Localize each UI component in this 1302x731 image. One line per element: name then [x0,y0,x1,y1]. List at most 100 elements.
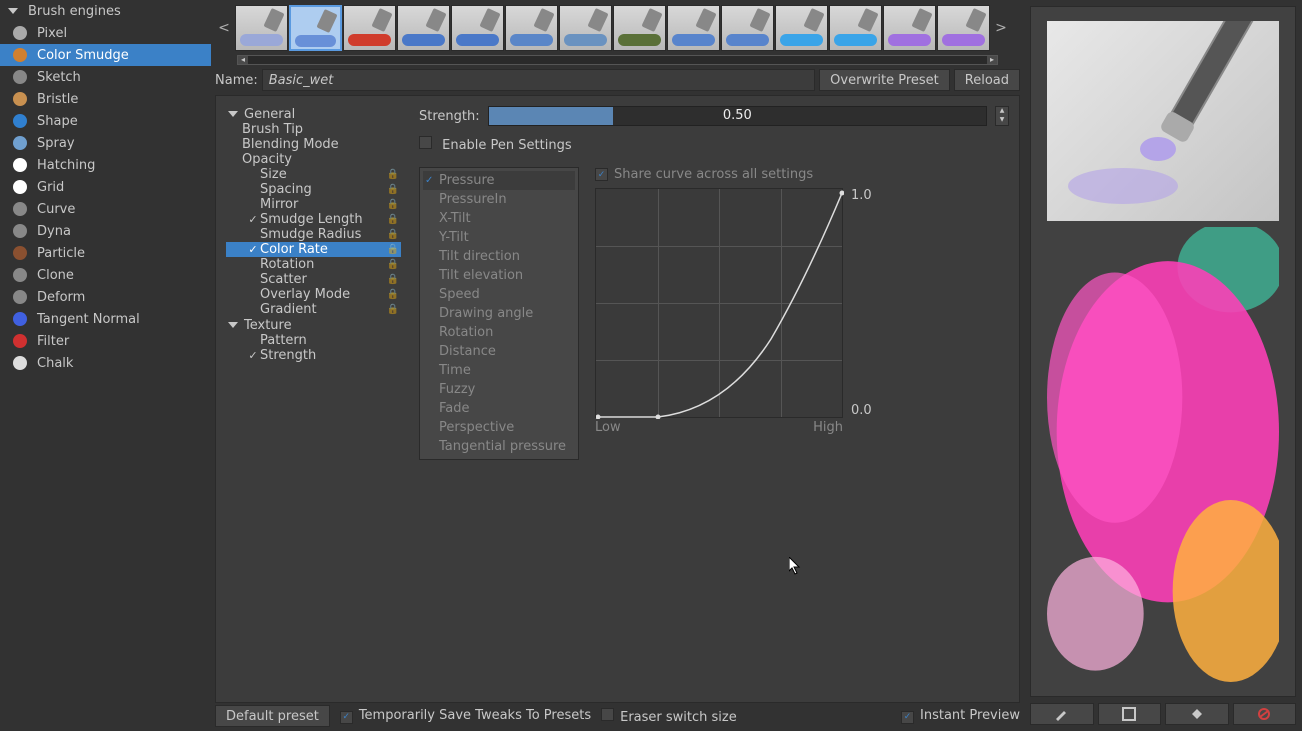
instant-preview-row[interactable]: Instant Preview [901,708,1020,724]
engine-spray[interactable]: Spray [0,132,211,154]
preset-prev-button[interactable]: < [215,20,233,36]
preset-thumbnails [235,5,990,51]
preset-thumb[interactable] [775,5,828,51]
brush-engines-sidebar: Brush engines PixelColor SmudgeSketchBri… [0,0,211,731]
sensor-item[interactable]: Distance [423,342,575,361]
engine-shape[interactable]: Shape [0,110,211,132]
tree-section-texture[interactable]: Texture [226,317,401,333]
engine-color-smudge[interactable]: Color Smudge [0,44,211,66]
engine-grid[interactable]: Grid [0,176,211,198]
strength-slider[interactable]: 0.50 [488,106,987,126]
sensor-item[interactable]: Tilt direction [423,247,575,266]
tree-item[interactable]: Mirror🔒 [226,197,401,212]
engine-chalk[interactable]: Chalk [0,352,211,374]
preset-scrollbar[interactable]: ◂ ▸ [237,55,998,65]
temp-save-checkbox[interactable] [340,711,353,724]
brush-tool-button[interactable] [1030,703,1094,725]
eraser-switch-checkbox[interactable] [601,708,614,721]
clear-button[interactable] [1233,703,1297,725]
engine-particle[interactable]: Particle [0,242,211,264]
sensor-item[interactable]: Rotation [423,323,575,342]
default-preset-button[interactable]: Default preset [215,705,330,727]
share-curve-row[interactable]: Share curve across all settings [595,167,885,182]
fill-button[interactable] [1165,703,1229,725]
tree-item[interactable]: Opacity [226,152,401,167]
tree-item[interactable]: Rotation🔒 [226,257,401,272]
preset-thumb[interactable] [937,5,990,51]
sensor-item[interactable]: Drawing angle [423,304,575,323]
preset-thumb[interactable] [613,5,666,51]
settings-detail: Strength: 0.50 ▲▼ Enable Pen Settings ✓P… [419,106,1009,692]
name-label: Name: [215,73,258,88]
preset-thumb[interactable] [505,5,558,51]
preset-thumb[interactable] [559,5,612,51]
engine-bristle[interactable]: Bristle [0,88,211,110]
engine-curve[interactable]: Curve [0,198,211,220]
sensor-item[interactable]: Perspective [423,418,575,437]
sensor-item[interactable]: Tilt elevation [423,266,575,285]
engine-deform[interactable]: Deform [0,286,211,308]
enable-pen-checkbox[interactable] [419,136,432,149]
preset-thumb[interactable] [721,5,774,51]
sensor-item[interactable]: ✓Pressure [423,171,575,190]
engine-icon [10,244,29,263]
tree-item[interactable]: Overlay Mode🔒 [226,287,401,302]
engine-clone[interactable]: Clone [0,264,211,286]
instant-preview-checkbox[interactable] [901,711,914,724]
tree-section-general[interactable]: General [226,106,401,122]
preset-thumb[interactable] [451,5,504,51]
tree-item[interactable]: ✓Color Rate🔒 [226,242,401,257]
reload-button[interactable]: Reload [954,69,1020,91]
engine-hatching[interactable]: Hatching [0,154,211,176]
sensor-item[interactable]: Time [423,361,575,380]
tree-item[interactable]: Blending Mode [226,137,401,152]
preset-thumb[interactable] [343,5,396,51]
tree-item[interactable]: Scatter🔒 [226,272,401,287]
preview-canvas[interactable] [1030,6,1296,697]
preset-thumb[interactable] [667,5,720,51]
scroll-right-icon[interactable]: ▸ [987,56,997,64]
preset-thumb[interactable] [235,5,288,51]
sensor-item[interactable]: Tangential pressure [423,437,575,456]
engine-dyna[interactable]: Dyna [0,220,211,242]
share-curve-checkbox[interactable] [595,168,608,181]
sensor-item[interactable]: PressureIn [423,190,575,209]
engine-icon [10,156,29,175]
sensor-item[interactable]: Y-Tilt [423,228,575,247]
scratchpad[interactable] [1047,227,1279,682]
preset-name-input[interactable] [262,69,815,91]
engine-sketch[interactable]: Sketch [0,66,211,88]
tree-item[interactable]: ✓Smudge Length🔒 [226,212,401,227]
sensor-item[interactable]: Fade [423,399,575,418]
tree-item[interactable]: Smudge Radius🔒 [226,227,401,242]
collapse-icon[interactable] [8,8,18,14]
overwrite-preset-button[interactable]: Overwrite Preset [819,69,950,91]
temp-save-row[interactable]: Temporarily Save Tweaks To Presets [340,708,591,724]
preset-thumb[interactable] [883,5,936,51]
sensor-item[interactable]: Fuzzy [423,380,575,399]
engine-pixel[interactable]: Pixel [0,22,211,44]
scroll-left-icon[interactable]: ◂ [238,56,248,64]
tree-item[interactable]: Pattern [226,333,401,348]
curve-y-labels: 1.0 0.0 [851,188,885,418]
preset-thumb[interactable] [397,5,450,51]
fg-bg-button[interactable] [1098,703,1162,725]
enable-pen-row[interactable]: Enable Pen Settings [419,136,1009,153]
eraser-switch-row[interactable]: Eraser switch size [601,708,737,725]
engine-tangent-normal[interactable]: Tangent Normal [0,308,211,330]
sensor-item[interactable]: Speed [423,285,575,304]
curve-editor[interactable] [595,188,843,418]
tree-item[interactable]: ✓Strength [226,348,401,363]
tree-item[interactable]: Gradient🔒 [226,302,401,317]
tree-item[interactable]: Brush Tip [226,122,401,137]
lock-icon: 🔒 [387,184,399,195]
tree-item[interactable]: Spacing🔒 [226,182,401,197]
tree-item[interactable]: Size🔒 [226,167,401,182]
engine-filter[interactable]: Filter [0,330,211,352]
preset-thumb[interactable] [829,5,882,51]
sensor-item[interactable]: X-Tilt [423,209,575,228]
strength-spinbox[interactable]: ▲▼ [995,106,1009,126]
preset-thumb[interactable] [289,5,342,51]
brush-icon [695,7,716,31]
preset-next-button[interactable]: > [992,20,1010,36]
